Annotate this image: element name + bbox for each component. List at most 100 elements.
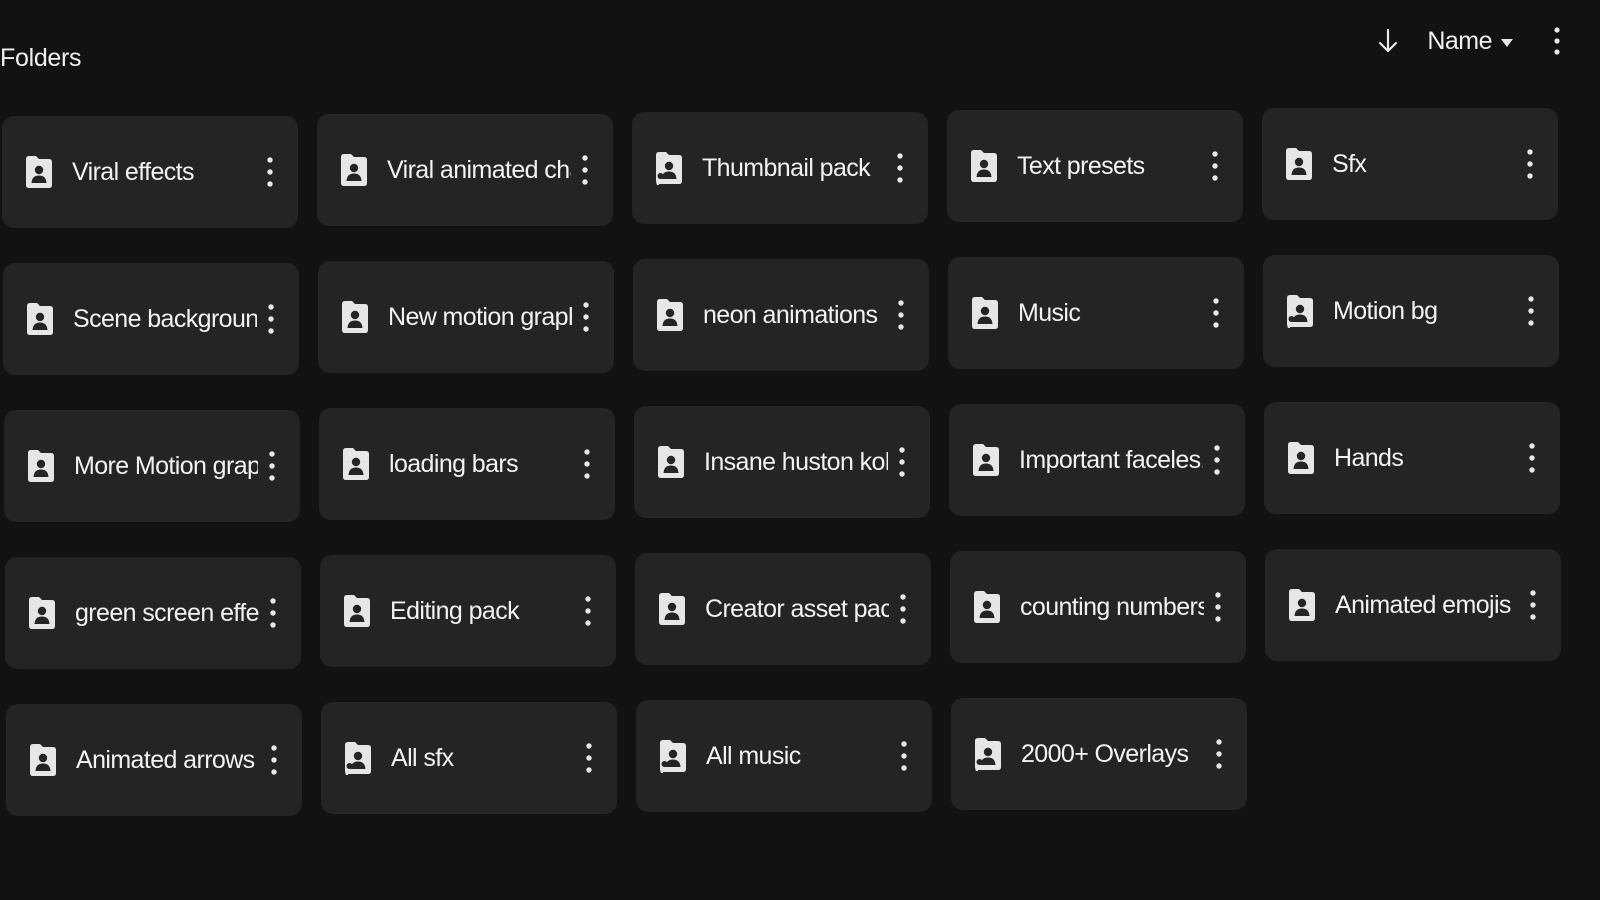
folder-card[interactable]: loading bars	[319, 408, 615, 520]
drive-folder-view: Folders Name Viral effects Viral animated…	[0, 0, 1600, 900]
folder-card[interactable]: Editing pack	[320, 555, 616, 667]
folder-more-button[interactable]	[573, 444, 601, 484]
folder-card[interactable]: Motion bg	[1263, 255, 1559, 367]
folder-more-button[interactable]	[574, 591, 602, 631]
more-vert-icon	[269, 451, 275, 481]
folder-card[interactable]: All sfx	[321, 702, 617, 814]
more-vert-icon	[1215, 592, 1221, 622]
folder-more-button[interactable]	[1519, 585, 1547, 625]
folder-card[interactable]: green screen effe...	[5, 557, 301, 669]
folder-more-button[interactable]	[259, 593, 287, 633]
folder-name: loading bars	[389, 449, 519, 478]
folder-more-button[interactable]	[260, 740, 288, 780]
shared-folder-icon	[27, 303, 53, 335]
folder-name: Hands	[1334, 443, 1404, 472]
folder-card[interactable]: Thumbnail pack	[632, 112, 928, 224]
folder-name: Creator asset packs	[705, 594, 889, 623]
more-vert-icon	[270, 598, 276, 628]
folder-more-button[interactable]	[575, 738, 603, 778]
folder-card[interactable]: neon animations	[633, 259, 929, 371]
sort-direction-button[interactable]	[1371, 24, 1405, 58]
folder-name: green screen effe...	[75, 598, 259, 627]
folder-more-button[interactable]	[886, 148, 914, 188]
more-options-button[interactable]	[1544, 24, 1570, 58]
more-vert-icon	[1216, 739, 1222, 769]
shortcut-shared-folder-icon	[656, 152, 682, 185]
folder-more-button[interactable]	[889, 589, 917, 629]
more-vert-icon	[1528, 296, 1534, 326]
section-title: Folders	[0, 44, 82, 72]
shortcut-shared-folder-icon	[975, 738, 1001, 771]
sort-toolbar: Name	[1371, 22, 1570, 60]
sort-by-name-button[interactable]: Name	[1427, 27, 1514, 56]
folder-card[interactable]: Important faceles...	[949, 404, 1245, 516]
folder-more-button[interactable]	[1202, 293, 1230, 333]
shared-folder-icon	[1286, 148, 1312, 180]
shared-folder-icon	[658, 446, 684, 478]
folder-card[interactable]: Text presets	[947, 110, 1243, 222]
sort-label: Name	[1427, 26, 1492, 55]
folder-card[interactable]: More Motion grap...	[4, 410, 300, 522]
folder-more-button[interactable]	[1203, 440, 1231, 480]
folder-more-button[interactable]	[258, 446, 286, 486]
more-vert-icon	[901, 741, 907, 771]
shared-folder-icon	[28, 450, 54, 482]
folder-name: Animated arrows	[76, 745, 255, 774]
folder-card[interactable]: Sfx	[1262, 108, 1558, 220]
shared-folder-icon	[972, 297, 998, 329]
more-vert-icon	[1530, 590, 1536, 620]
folder-card[interactable]: Creator asset packs	[635, 553, 931, 665]
folder-name: More Motion grap...	[74, 451, 258, 480]
folder-more-button[interactable]	[257, 299, 285, 339]
folder-more-button[interactable]	[887, 295, 915, 335]
folder-name: Motion bg	[1333, 296, 1438, 325]
folder-card[interactable]: All music	[636, 700, 932, 812]
folder-more-button[interactable]	[1204, 587, 1232, 627]
shared-folder-icon	[342, 301, 368, 333]
more-vert-icon	[1527, 149, 1533, 179]
folder-card[interactable]: Animated emojis	[1265, 549, 1561, 661]
folder-card[interactable]: Music	[948, 257, 1244, 369]
more-vert-icon	[585, 596, 591, 626]
folder-card[interactable]: Hands	[1264, 402, 1560, 514]
folder-more-button[interactable]	[890, 736, 918, 776]
folder-card[interactable]: Scene backgrounds	[3, 263, 299, 375]
folder-card[interactable]: 2000+ Overlays	[951, 698, 1247, 810]
folder-more-button[interactable]	[888, 442, 916, 482]
folder-card[interactable]: Viral effects	[2, 116, 298, 228]
folder-more-button[interactable]	[1205, 734, 1233, 774]
folder-name: Scene backgrounds	[73, 304, 257, 333]
shortcut-shared-folder-icon	[345, 742, 371, 775]
more-vert-icon	[1529, 443, 1535, 473]
more-vert-icon	[1214, 445, 1220, 475]
arrow-down-icon	[1379, 28, 1398, 53]
shared-folder-icon	[974, 591, 1000, 623]
folder-more-button[interactable]	[1516, 144, 1544, 184]
folder-grid: Viral effects Viral animated cha... Thumbn…	[0, 108, 1600, 868]
folder-card[interactable]: Animated arrows	[6, 704, 302, 816]
folder-more-button[interactable]	[256, 152, 284, 192]
folder-more-button[interactable]	[1517, 291, 1545, 331]
shared-folder-icon	[341, 154, 367, 186]
more-vert-icon	[268, 304, 274, 334]
folder-card[interactable]: New motion graph...	[318, 261, 614, 373]
folder-more-button[interactable]	[572, 297, 600, 337]
more-vert-icon	[583, 302, 589, 332]
folder-card[interactable]: counting numbers	[950, 551, 1246, 663]
folder-more-button[interactable]	[571, 150, 599, 190]
folder-more-button[interactable]	[1201, 146, 1229, 186]
folder-name: All music	[706, 741, 801, 770]
folder-more-button[interactable]	[1518, 438, 1546, 478]
folder-name: Viral animated cha...	[387, 155, 571, 184]
folder-name: neon animations	[703, 300, 878, 329]
shared-folder-icon	[344, 595, 370, 627]
folder-name: Editing pack	[390, 596, 520, 625]
folder-card[interactable]: Insane huston kol...	[634, 406, 930, 518]
more-vert-icon	[1212, 151, 1218, 181]
shared-folder-icon	[343, 448, 369, 480]
more-vert-icon	[271, 745, 277, 775]
folder-card[interactable]: Viral animated cha...	[317, 114, 613, 226]
shared-folder-icon	[971, 150, 997, 182]
shared-folder-icon	[29, 597, 55, 629]
folder-name: Thumbnail pack	[702, 153, 871, 182]
